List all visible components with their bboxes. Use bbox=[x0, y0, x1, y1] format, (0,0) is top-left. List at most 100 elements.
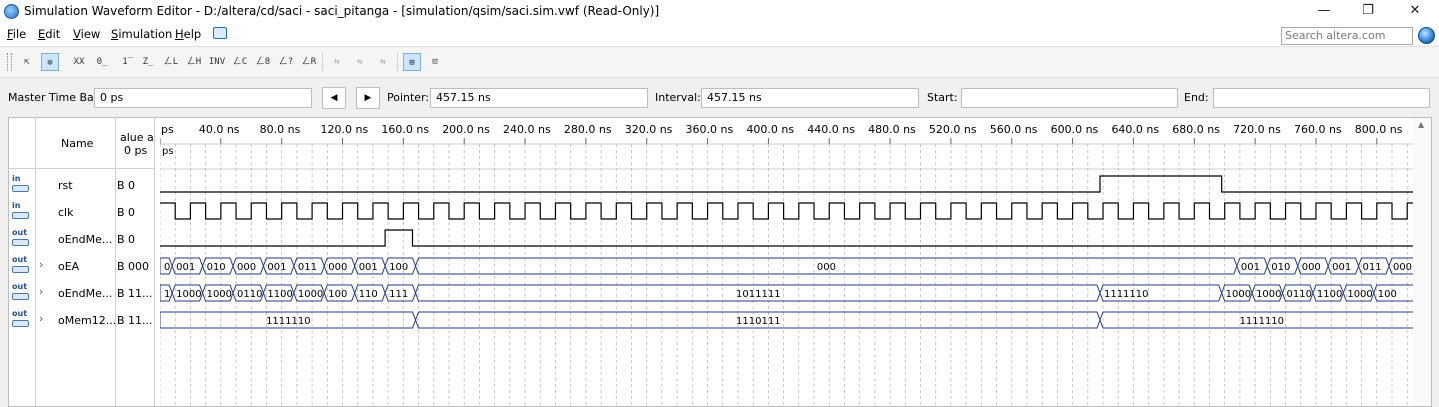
signal-list: Name alue a 0 ps in rst B 0 in clk B 0 o… bbox=[9, 118, 154, 406]
menu-view[interactable]: View bbox=[73, 27, 100, 41]
snap-left-icon[interactable]: ⇆ bbox=[328, 53, 346, 71]
high-impedance-icon[interactable]: Z̲ bbox=[139, 53, 157, 71]
timeline-tick-label: 640.0 ns bbox=[1111, 123, 1159, 136]
menu-file[interactable]: File bbox=[7, 27, 26, 41]
expand-chevron-icon[interactable]: › bbox=[39, 312, 43, 325]
input-pin-icon: in bbox=[12, 174, 32, 195]
next-transition-button[interactable]: ▶ bbox=[356, 87, 380, 109]
oea-waveform-value-label: 011 bbox=[298, 262, 317, 273]
master-time-bar-field[interactable]: 0 ps bbox=[94, 88, 312, 108]
omem-waveform-value-label: 1111110 bbox=[266, 316, 311, 327]
snap-to-grid-icon[interactable]: ⊞ bbox=[403, 53, 421, 71]
toolbar: ⇱ ⊕ XX 0̲ 1̅ Z̲ ㄥL ㄥH INV ㄥC ㄥ8 ㄥ? ㄥR ⇆ … bbox=[0, 47, 1439, 78]
output-pin-icon: out bbox=[12, 282, 32, 303]
oea-waveform-value-label: 001 bbox=[359, 262, 378, 273]
oea-waveform-value-label: 000 bbox=[1393, 262, 1412, 273]
timeline-tick-label: 480.0 ns bbox=[868, 123, 916, 136]
snap-right-icon[interactable]: ⇆ bbox=[351, 53, 369, 71]
toolbar-grip[interactable] bbox=[7, 53, 12, 71]
maximize-button[interactable]: ❐ bbox=[1346, 0, 1390, 24]
column-divider bbox=[35, 118, 36, 406]
title-bar: Simulation Waveform Editor - D:/altera/c… bbox=[0, 0, 1439, 24]
signal-name: rst bbox=[58, 179, 73, 192]
column-divider[interactable] bbox=[154, 118, 155, 406]
output-pin-icon: out bbox=[12, 309, 32, 330]
signal-value: B 11... bbox=[117, 287, 153, 300]
close-button[interactable]: ✕ bbox=[1393, 0, 1437, 24]
signal-row-oea[interactable]: out › oEA B 000 bbox=[9, 253, 154, 280]
clock-value-icon[interactable]: ㄥ8 bbox=[254, 53, 272, 71]
selection-tool-icon[interactable]: ⇱ bbox=[18, 53, 36, 71]
scroll-up-icon[interactable]: ▲ bbox=[1418, 120, 1424, 129]
oendmem-bus-waveform-value-label: 1000 bbox=[1347, 289, 1372, 300]
timeline-tick-label: 400.0 ns bbox=[746, 123, 794, 136]
unknown-value-icon[interactable]: XX bbox=[70, 53, 88, 71]
menu-help[interactable]: Help bbox=[175, 27, 201, 41]
signal-value: B 11... bbox=[117, 314, 153, 327]
random-value-icon[interactable]: ㄥR bbox=[300, 53, 318, 71]
timeline-tick-label: 520.0 ns bbox=[929, 123, 977, 136]
oendmem-bus-waveform-value-label: 1000 bbox=[207, 289, 232, 300]
output-pin-icon: out bbox=[12, 255, 32, 276]
expand-chevron-icon[interactable]: › bbox=[39, 258, 43, 271]
oendmem-bus-waveform-value-label: 1000 bbox=[176, 289, 201, 300]
weak-low-icon[interactable]: ㄥL bbox=[162, 53, 180, 71]
globe-icon[interactable] bbox=[1418, 27, 1435, 44]
timeline-tick-label: 800.0 ns bbox=[1355, 123, 1403, 136]
timeline-tick-label: 280.0 ns bbox=[564, 123, 612, 136]
count-value-icon[interactable]: ㄥC bbox=[231, 53, 249, 71]
menu-simulation[interactable]: Simulation bbox=[111, 27, 172, 41]
minimize-button[interactable]: — bbox=[1302, 0, 1346, 24]
menu-bar: File Edit View Simulation Help bbox=[0, 24, 1439, 47]
signal-name: clk bbox=[58, 206, 74, 219]
stretch-icon[interactable]: ⇆ bbox=[374, 53, 392, 71]
oendmem-bus-waveform-value-label: 110 bbox=[359, 289, 378, 300]
oea-waveform-value-label: 100 bbox=[389, 262, 408, 273]
value-column-header[interactable]: alue a 0 ps bbox=[116, 118, 154, 169]
start-field[interactable] bbox=[961, 88, 1178, 108]
end-field[interactable] bbox=[1213, 88, 1430, 108]
waveform-panel: Name alue a 0 ps in rst B 0 in clk B 0 o… bbox=[8, 117, 1432, 407]
omem-waveform-value-label: 1111110 bbox=[1240, 316, 1285, 327]
interval-field[interactable]: 457.15 ns bbox=[701, 88, 919, 108]
output-pin-icon: out bbox=[12, 228, 32, 249]
pointer-label: Pointer: bbox=[387, 91, 430, 104]
oendmem-bus-waveform-value-label: 111 bbox=[389, 289, 408, 300]
pointer-field[interactable]: 457.15 ns bbox=[430, 88, 648, 108]
timeline-tick-label: 320.0 ns bbox=[625, 123, 673, 136]
help-chat-icon[interactable] bbox=[213, 27, 227, 39]
zoom-tool-icon[interactable]: ⊕ bbox=[41, 53, 59, 71]
column-divider[interactable] bbox=[115, 118, 116, 406]
timeline-tick-label: ps bbox=[161, 123, 174, 136]
oendmem-bus-waveform-value-label: 1011111 bbox=[736, 289, 781, 300]
arbitrary-value-icon[interactable]: ㄥ? bbox=[277, 53, 295, 71]
forcing-high-icon[interactable]: 1̅ bbox=[116, 53, 134, 71]
forcing-low-icon[interactable]: 0̲ bbox=[93, 53, 111, 71]
signal-row-rst[interactable]: in rst B 0 bbox=[9, 172, 154, 199]
signal-name: oMem12... bbox=[58, 314, 117, 327]
invert-icon[interactable]: INV bbox=[208, 53, 226, 71]
oendmem-bus-waveform-value-label: 100 bbox=[1378, 289, 1397, 300]
search-input[interactable]: Search altera.com bbox=[1281, 27, 1413, 45]
timeline-tick-label: 680.0 ns bbox=[1172, 123, 1220, 136]
name-column-header[interactable]: Name bbox=[36, 118, 115, 169]
signal-row-oendmem[interactable]: out oEndMe... B 0 bbox=[9, 226, 154, 253]
oea-waveform-value-label: 000 bbox=[328, 262, 347, 273]
signal-row-clk[interactable]: in clk B 0 bbox=[9, 199, 154, 226]
timeline-tick-label: 80.0 ns bbox=[260, 123, 301, 136]
input-pin-icon: in bbox=[12, 201, 32, 222]
app-icon bbox=[4, 4, 19, 19]
signal-row-omem[interactable]: out › oMem12... B 11... bbox=[9, 307, 154, 334]
waveform-canvas[interactable]: ps 40.0 ns 80.0 ns 120.0 ns 160.0 ns 200.0 ns… bbox=[160, 118, 1413, 407]
timeline-tick-label: 160.0 ns bbox=[381, 123, 429, 136]
expand-chevron-icon[interactable]: › bbox=[39, 285, 43, 298]
weak-high-icon[interactable]: ㄥH bbox=[185, 53, 203, 71]
menu-edit[interactable]: Edit bbox=[38, 27, 60, 41]
timeline-tick-label: 120.0 ns bbox=[321, 123, 369, 136]
grid-settings-icon[interactable]: ⊡ bbox=[426, 53, 444, 71]
signal-row-oendmem-bus[interactable]: out › oEndMe... B 11... bbox=[9, 280, 154, 307]
oendmem-bus-waveform-value-label: 0110 bbox=[1286, 289, 1311, 300]
previous-transition-button[interactable]: ◀ bbox=[322, 87, 346, 109]
oea-waveform-value-label: 000 bbox=[1302, 262, 1321, 273]
vertical-scrollbar[interactable]: ▲ bbox=[1413, 118, 1431, 406]
